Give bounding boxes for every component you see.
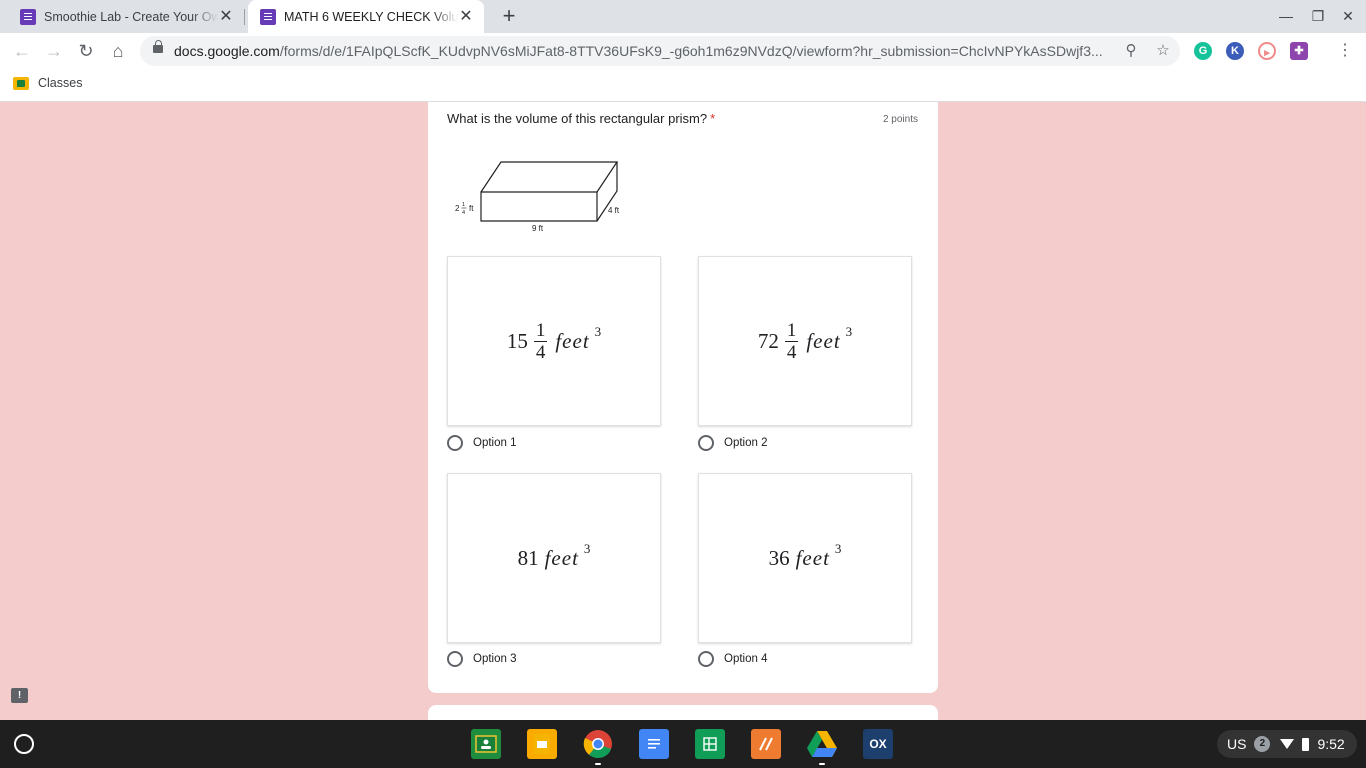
question-title: What is the volume of this rectangular p…: [447, 111, 716, 126]
google-slides-icon[interactable]: [527, 729, 557, 759]
battery-icon: [1302, 737, 1310, 751]
option-2-image[interactable]: 72 14 feet 3: [698, 256, 912, 426]
screencast-extension-icon[interactable]: ▸: [1258, 42, 1276, 60]
height-frac-num: 1: [462, 202, 465, 208]
code-app-icon[interactable]: [751, 729, 781, 759]
url-text[interactable]: docs.google.com/forms/d/e/1FAIpQLScfK_KU…: [174, 43, 1114, 59]
restore-icon[interactable]: ❐: [1307, 6, 1329, 26]
option-4-image[interactable]: 36 feet 3: [698, 473, 912, 643]
running-indicator: [595, 763, 601, 765]
bookmark-star-icon[interactable]: ☆: [1154, 42, 1172, 60]
minimize-icon[interactable]: —: [1275, 6, 1297, 26]
google-sheets-icon[interactable]: [695, 729, 725, 759]
launcher-icon[interactable]: [14, 734, 34, 754]
ox-app-icon[interactable]: OX: [863, 729, 893, 759]
bookmark-classes[interactable]: Classes: [13, 76, 82, 90]
required-asterisk: *: [710, 111, 716, 126]
close-icon[interactable]: ✕: [458, 8, 474, 25]
wifi-icon: [1280, 739, 1295, 749]
google-chrome-icon[interactable]: [583, 729, 613, 759]
option-4-radio[interactable]: [698, 651, 714, 667]
home-icon[interactable]: ⌂: [105, 38, 131, 64]
height-unit: ft: [469, 204, 474, 213]
tab-title: MATH 6 WEEKLY CHECK Volume: [284, 9, 458, 24]
browser-toolbar: ← → ↻ ⌂ docs.google.com/forms/d/e/1FAIpQ…: [0, 33, 1366, 69]
google-docs-icon[interactable]: [639, 729, 669, 759]
tab-title: Smoothie Lab - Create Your Own Smoothie: [44, 9, 218, 24]
option-2-label: Option 2: [724, 437, 768, 449]
running-indicator: [819, 763, 825, 765]
bookmarks-bar: Classes: [0, 69, 1366, 102]
menu-kebab-icon[interactable]: ⋮: [1336, 39, 1354, 63]
tab-smoothie-lab[interactable]: Smoothie Lab - Create Your Own Smoothie …: [8, 0, 244, 33]
option-1-choice[interactable]: Option 1: [447, 435, 516, 451]
option-1-image[interactable]: 15 14 feet 3: [447, 256, 661, 426]
close-icon[interactable]: ✕: [218, 8, 234, 25]
address-bar[interactable]: docs.google.com/forms/d/e/1FAIpQLScfK_KU…: [140, 36, 1180, 66]
option-2-expression: 72 14 feet 3: [757, 319, 853, 363]
option-4-choice[interactable]: Option 4: [698, 651, 767, 667]
option-1-expression: 15 14 feet 3: [506, 319, 602, 363]
report-feedback-icon[interactable]: !: [11, 688, 28, 703]
clock: 9:52: [1317, 736, 1345, 752]
os-shelf: OX US 2 9:52: [0, 720, 1366, 768]
locale-indicator: US: [1227, 736, 1247, 752]
width-label: 4 ft: [608, 206, 620, 215]
option-1-radio[interactable]: [447, 435, 463, 451]
option-2-choice[interactable]: Option 2: [698, 435, 767, 451]
tab-separator: [244, 9, 245, 25]
option-4-expression: 36 feet 3: [768, 541, 842, 570]
length-label: 9 ft: [532, 224, 544, 233]
google-drive-icon[interactable]: [807, 729, 837, 759]
option-4-label: Option 4: [724, 653, 768, 665]
tab-strip: Smoothie Lab - Create Your Own Smoothie …: [0, 0, 1366, 33]
option-1-label: Option 1: [473, 437, 517, 449]
notification-count-badge: 2: [1254, 736, 1271, 752]
reload-icon[interactable]: ↻: [73, 38, 99, 64]
back-arrow-icon[interactable]: ←: [9, 38, 35, 64]
height-frac-den: 4: [462, 210, 465, 216]
option-3-image[interactable]: 81 feet 3: [447, 473, 661, 643]
forward-arrow-icon[interactable]: →: [41, 38, 67, 64]
k-extension-icon[interactable]: K: [1226, 42, 1244, 60]
tab-math-weekly-check[interactable]: MATH 6 WEEKLY CHECK Volume ✕: [248, 0, 484, 33]
height-whole: 2: [455, 204, 460, 213]
status-tray[interactable]: US 2 9:52: [1217, 730, 1357, 758]
option-3-label: Option 3: [473, 653, 517, 665]
google-forms-icon: [260, 8, 276, 25]
google-classroom-icon[interactable]: [471, 729, 501, 759]
classroom-icon: [13, 76, 29, 90]
close-window-icon[interactable]: ✕: [1337, 6, 1359, 26]
question-card: What is the volume of this rectangular p…: [428, 102, 938, 693]
option-3-choice[interactable]: Option 3: [447, 651, 516, 667]
grammarly-extension-icon[interactable]: G: [1194, 42, 1212, 60]
option-3-expression: 81 feet 3: [517, 541, 591, 570]
points-label: 2 points: [882, 114, 918, 125]
rectangular-prism-figure: 2 1 4 ft 9 ft 4 ft: [455, 161, 620, 233]
option-2-radio[interactable]: [698, 435, 714, 451]
bookmark-label: Classes: [38, 76, 83, 90]
new-tab-button[interactable]: +: [497, 4, 521, 28]
zoom-icon[interactable]: ⚲: [1122, 42, 1140, 60]
lock-icon[interactable]: [153, 40, 163, 53]
puzzle-extension-icon[interactable]: ✚: [1290, 42, 1308, 60]
ox-app-label: OX: [869, 737, 887, 751]
option-3-radio[interactable]: [447, 651, 463, 667]
google-forms-icon: [20, 8, 36, 25]
